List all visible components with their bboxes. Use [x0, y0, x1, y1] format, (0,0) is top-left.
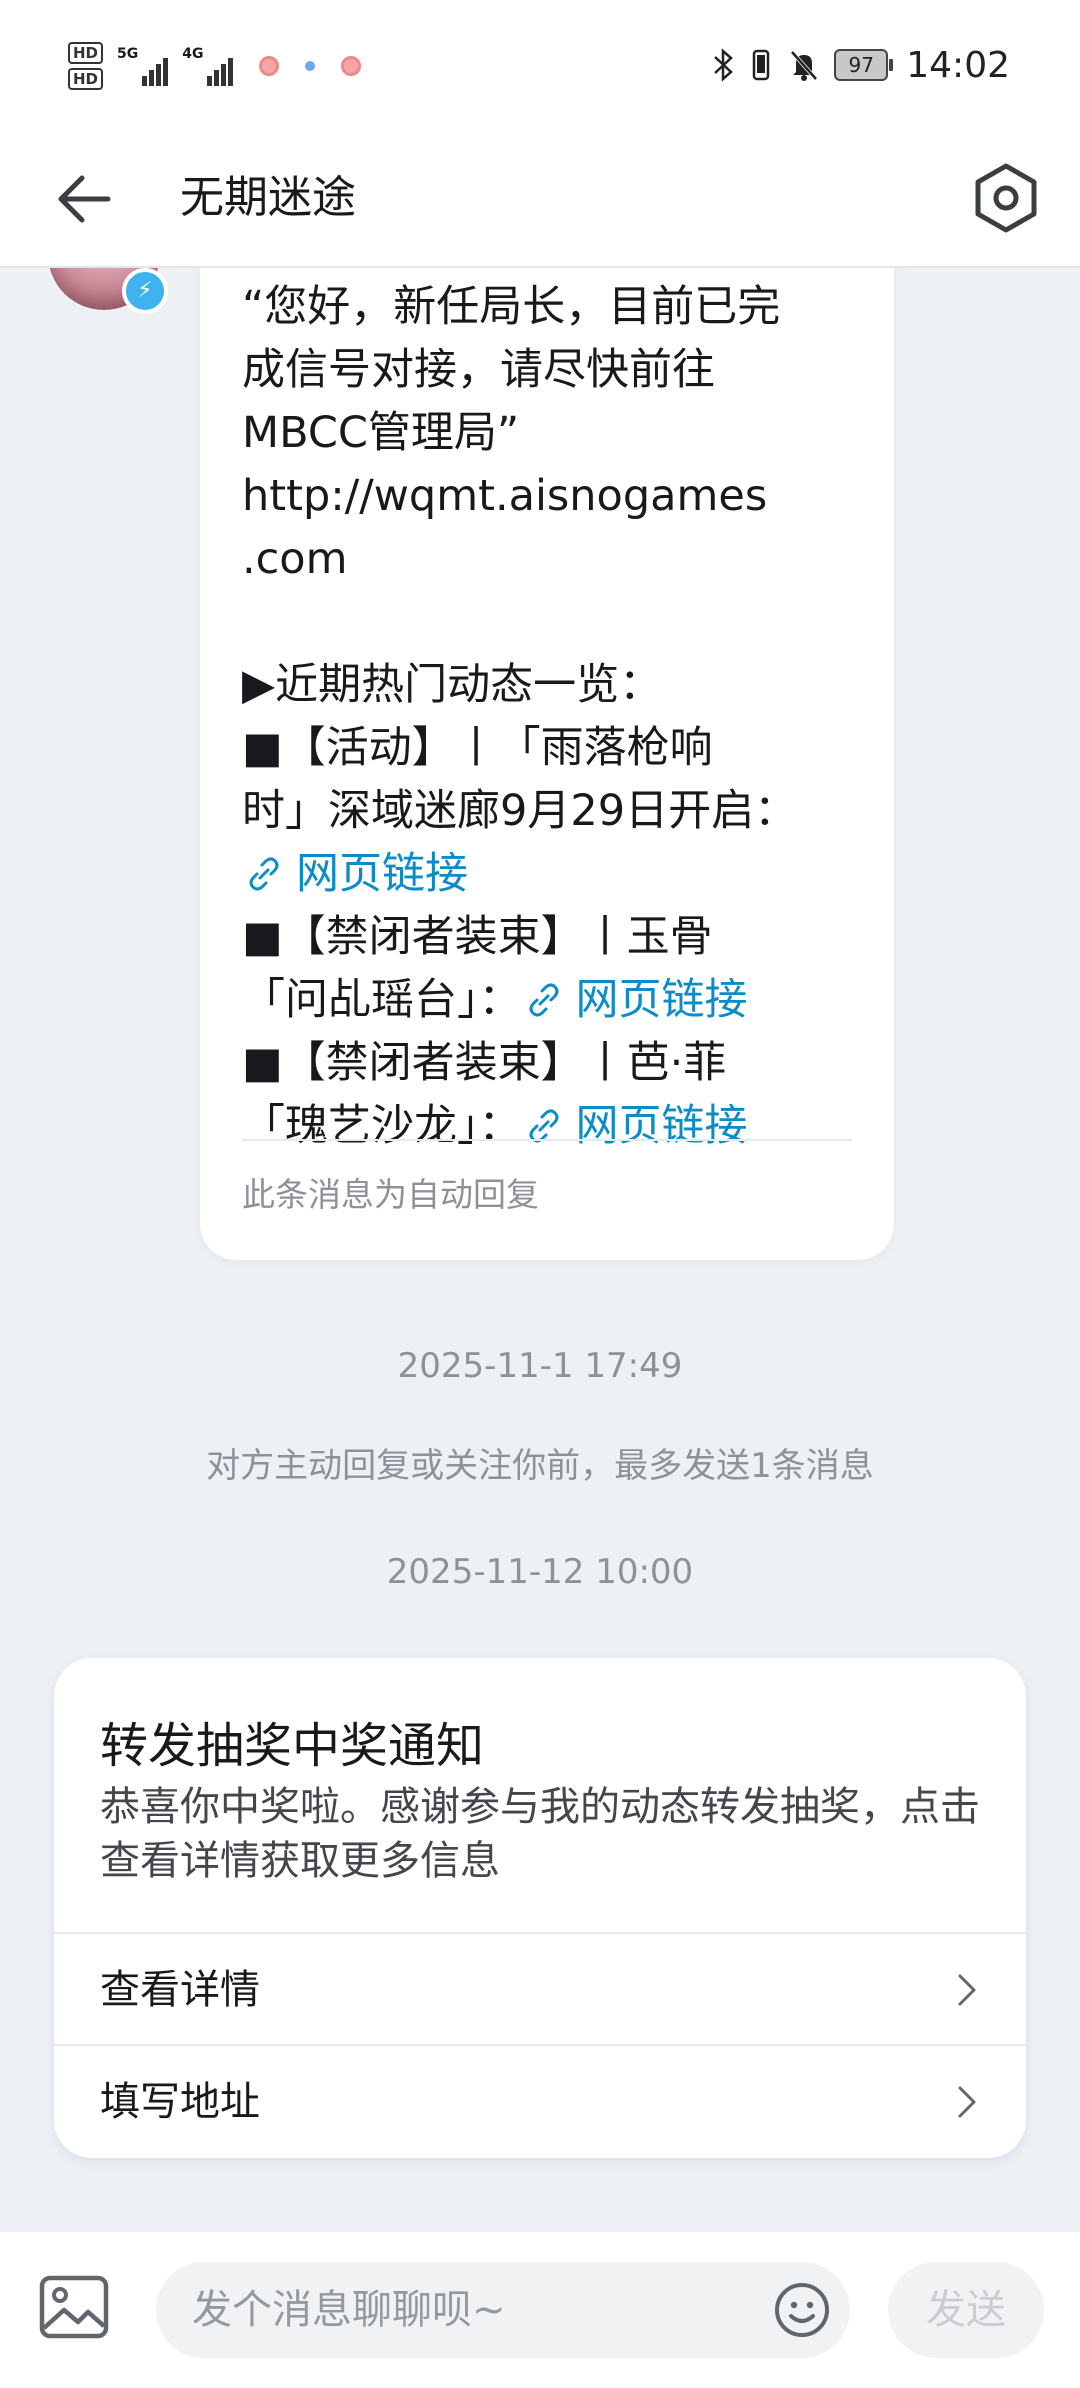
message-blank-line [242, 591, 862, 654]
message-text-segment: 「问乩瑶台」： [242, 975, 522, 1025]
message-text-segment: 「瑰艺沙龙」： [242, 1101, 522, 1151]
message-line: “您好，新任局长，目前已完 [242, 282, 781, 332]
notification-app-icon [341, 56, 362, 76]
verified-lightning-icon: ⚡ [122, 268, 168, 314]
hd-badge-1: HD [68, 42, 104, 64]
battery-icon: 97 [834, 49, 894, 81]
status-right: 97 14:02 [712, 40, 1010, 90]
app-header: 无期迷途 [0, 130, 1080, 268]
notification-app-icon [305, 61, 316, 71]
view-details-button[interactable]: 查看详情 [54, 1932, 1026, 2046]
message-input[interactable] [192, 2262, 712, 2358]
net-label-5g: 5G [117, 46, 139, 62]
status-bar: HD HD 5G 4G 97 14:02 [0, 0, 1080, 130]
web-link-text[interactable]: 网页链接 [576, 975, 748, 1025]
message-line: MBCC管理局” [242, 408, 520, 458]
status-time: 14:02 [906, 44, 1010, 86]
settings-icon[interactable] [968, 160, 1044, 236]
signal-4g-icon: 4G [182, 46, 234, 86]
message-line: ■【禁闭者装束】丨玉骨 [242, 912, 713, 962]
fill-address-label: 填写地址 [100, 2079, 260, 2125]
hd-badge-2: HD [68, 68, 104, 90]
emoji-icon[interactable] [772, 2280, 832, 2340]
status-left: HD HD 5G 4G [68, 36, 362, 96]
card-title: 转发抽奖中奖通知 [100, 1718, 485, 1774]
link-icon [249, 857, 279, 891]
message-line: 成信号对接，请尽快前往 [242, 345, 715, 395]
vibrate-icon [753, 49, 770, 81]
image-icon[interactable] [38, 2274, 110, 2340]
message-limit-notice: 对方主动回复或关注你前，最多发送1条消息 [206, 1446, 874, 1486]
bubble-divider [242, 1139, 852, 1141]
message-input-bar: 发送 [0, 2232, 1080, 2388]
timestamp: 2025-11-12 10:00 [386, 1552, 694, 1592]
chevron-right-icon [958, 1974, 976, 2006]
message-text: “您好，新任局长，目前已完 成信号对接，请尽快前往 MBCC管理局” http:… [242, 276, 862, 1158]
timestamp: 2025-11-1 17:49 [397, 1346, 683, 1386]
message-url-line: http://wqmt.aisnogames [242, 471, 768, 521]
web-link-1[interactable]: 网页链接 [242, 843, 862, 906]
message-line-with-link: 「问乩瑶台」： 网页链接 [242, 969, 862, 1032]
view-details-label: 查看详情 [100, 1967, 260, 2013]
message-line-with-link: 「瑰艺沙龙」： 网页链接 [242, 1095, 862, 1158]
net-label-4g: 4G [182, 46, 204, 62]
message-line: 时」深域迷廊9月29日开启： [242, 786, 798, 836]
mute-icon [790, 50, 818, 81]
page-title: 无期迷途 [180, 172, 356, 223]
hd-indicators: HD HD [68, 42, 104, 90]
signal-5g-icon: 5G [117, 46, 169, 86]
chat-area[interactable]: ⚡ “您好，新任局长，目前已完 成信号对接，请尽快前往 MBCC管理局” htt… [0, 268, 1080, 2230]
message-line: ■【禁闭者装束】丨芭·菲 [242, 1038, 727, 1088]
fill-address-button[interactable]: 填写地址 [54, 2044, 1026, 2158]
message-bubble[interactable]: “您好，新任局长，目前已完 成信号对接，请尽快前往 MBCC管理局” http:… [200, 268, 894, 1260]
back-arrow-icon[interactable] [50, 164, 120, 234]
chevron-right-icon [958, 2086, 976, 2118]
message-line: ■【活动】丨「雨落枪响 [242, 723, 713, 773]
web-link-text[interactable]: 网页链接 [296, 849, 468, 899]
message-line: ▶近期热门动态一览： [242, 660, 663, 710]
notification-app-icon [259, 56, 280, 76]
lottery-notice-card: 转发抽奖中奖通知 恭喜你中奖啦。感谢参与我的动态转发抽奖，点击查看详情获取更多信… [54, 1658, 1026, 2158]
auto-reply-note: 此条消息为自动回复 [242, 1175, 539, 1214]
card-description: 恭喜你中奖啦。感谢参与我的动态转发抽奖，点击查看详情获取更多信息 [100, 1784, 980, 1884]
message-input-wrapper[interactable] [156, 2262, 850, 2358]
message-url-line: .com [242, 534, 348, 584]
web-link-text[interactable]: 网页链接 [576, 1101, 748, 1151]
link-icon [529, 983, 558, 1017]
bluetooth-icon [714, 48, 734, 82]
send-button[interactable]: 发送 [888, 2262, 1044, 2358]
